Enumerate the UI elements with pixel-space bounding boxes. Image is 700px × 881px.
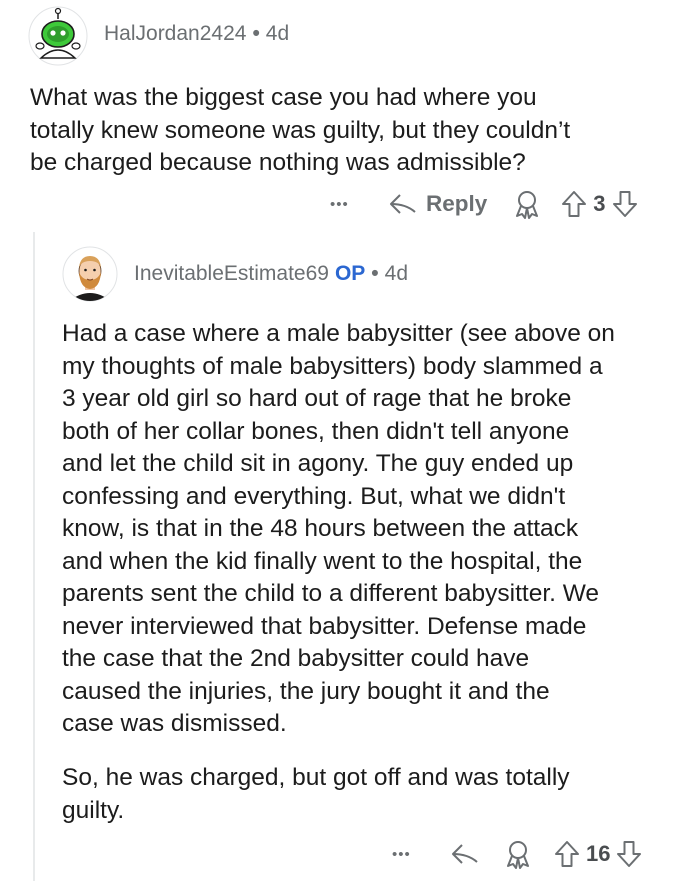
reply-age: 4d — [384, 262, 409, 285]
text-line: my thoughts of male babysitters) body sl… — [62, 352, 603, 380]
thread-line[interactable] — [33, 232, 35, 881]
text-line: both of her collar bones, then didn't te… — [62, 417, 570, 445]
downvote-arrow-icon — [617, 841, 642, 867]
reply-comment-body: Had a case where a male babysitter (see … — [62, 318, 615, 741]
text-line: Had a case where a male babysitter (see … — [62, 320, 615, 347]
meta-separator: • — [371, 262, 379, 285]
text-line: be charged because nothing was admissibl… — [30, 149, 526, 176]
text-line: and when the kid finally went to the hos… — [62, 547, 583, 575]
text-line: totally knew someone was guilty, but the… — [30, 116, 571, 144]
text-line: confessing and everything. But, what we … — [62, 482, 566, 510]
downvote-button[interactable] — [612, 190, 638, 218]
bearded-man-avatar-icon — [62, 246, 118, 302]
text-line: never interviewed that babysitter. Defen… — [62, 612, 587, 640]
text-line: So, he was charged, but got off and was … — [62, 764, 570, 791]
reply-action-bar: ••• 16 — [392, 836, 642, 872]
award-button[interactable] — [513, 189, 541, 219]
reply-button[interactable]: Reply — [388, 191, 487, 217]
more-options-button[interactable]: ••• — [392, 846, 432, 863]
award-icon — [516, 191, 539, 219]
vote-count: 3 — [593, 191, 606, 216]
more-options-button[interactable]: ••• — [330, 196, 370, 213]
award-button[interactable] — [504, 839, 532, 869]
reply-label: Reply — [426, 191, 488, 216]
text-line: parents sent the child to a different ba… — [62, 580, 600, 607]
downvote-button[interactable] — [616, 840, 642, 868]
reply-avatar[interactable] — [62, 246, 118, 302]
parent-age: 4d — [265, 22, 290, 45]
snoo-avatar-icon — [28, 6, 88, 66]
parent-action-bar: ••• Reply 3 — [330, 186, 638, 222]
upvote-button[interactable] — [554, 840, 580, 868]
parent-avatar[interactable] — [28, 6, 88, 66]
upvote-button[interactable] — [561, 190, 587, 218]
award-icon — [507, 841, 529, 869]
parent-username[interactable]: HalJordan2424 — [104, 22, 246, 46]
parent-comment-body: What was the biggest case you had where … — [30, 82, 570, 180]
text-line: 3 year old girl so hard out of rage that… — [62, 385, 572, 412]
text-line: What was the biggest case you had where … — [30, 84, 537, 111]
op-badge: OP — [334, 262, 366, 285]
vote-count: 16 — [586, 841, 611, 866]
upvote-arrow-icon — [562, 191, 587, 217]
text-line: know, is that in the 48 hours between th… — [62, 515, 579, 542]
upvote-arrow-icon — [555, 841, 579, 867]
text-line: and let the child sit in agony. The guy … — [62, 450, 574, 477]
text-line: guilty. — [62, 796, 125, 824]
reply-meta: InevitableEstimate69 OP • 4d — [134, 262, 408, 286]
reply-comment-body-paragraph-2: So, he was charged, but got off and was … — [62, 762, 570, 827]
downvote-arrow-icon — [612, 191, 637, 217]
parent-meta: HalJordan2424 • 4d — [104, 22, 289, 46]
reply-button[interactable] — [450, 841, 480, 867]
meta-separator: • — [252, 22, 260, 45]
reply-arrow-icon — [452, 844, 478, 864]
text-line: case was dismissed. — [62, 710, 287, 737]
text-line: the case that the 2nd babysitter could h… — [62, 645, 530, 672]
reply-username[interactable]: InevitableEstimate69 — [134, 262, 329, 286]
text-line: caused the injuries, the jury bought it … — [62, 677, 550, 705]
reply-arrow-icon — [390, 194, 416, 214]
